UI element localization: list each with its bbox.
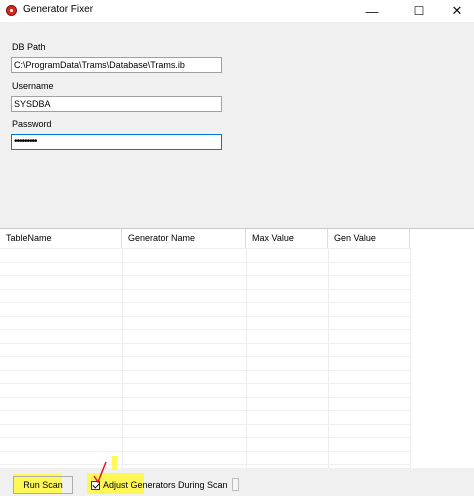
username-label: Username [12, 81, 54, 91]
app-icon [6, 5, 17, 16]
grid-divider [410, 248, 411, 469]
db-path-field[interactable]: C:\ProgramData\Trams\Database\Trams.ib [11, 57, 222, 73]
adjust-generators-label[interactable]: Adjust Generators During Scan [103, 480, 228, 490]
bottom-bar: Run Scan Adjust Generators During Scan [0, 456, 474, 496]
results-grid[interactable]: TableName Generator Name Max Value Gen V… [0, 228, 474, 469]
password-label: Password [12, 119, 52, 129]
grid-row-line [0, 289, 410, 290]
grid-row-line [0, 464, 410, 465]
yellow-highlight [112, 456, 117, 470]
grid-row-line [0, 302, 410, 303]
minimize-button[interactable]: — [355, 0, 389, 22]
grid-row-line [0, 316, 410, 317]
grid-row-line [0, 262, 410, 263]
title-bar: Generator Fixer — ☐ ✕ [0, 0, 474, 22]
window-title: Generator Fixer [23, 4, 94, 15]
grid-row-line [0, 370, 410, 371]
connection-form: DB Path C:\ProgramData\Trams\Database\Tr… [0, 22, 474, 228]
grid-row-line [0, 437, 410, 438]
column-header-gen-value[interactable]: Gen Value [328, 229, 410, 248]
password-field[interactable]: ••••••••• [11, 134, 222, 150]
run-scan-button[interactable]: Run Scan [13, 476, 73, 494]
column-header-max-value[interactable]: Max Value [246, 229, 328, 248]
grid-row-line [0, 397, 410, 398]
grid-row-line [0, 383, 410, 384]
grid-row-line [0, 343, 410, 344]
grid-divider [328, 248, 329, 469]
grid-row-line [0, 410, 410, 411]
db-path-label: DB Path [12, 42, 46, 52]
red-checkmark-annotation-icon [93, 461, 107, 484]
column-header-generator-name[interactable]: Generator Name [122, 229, 246, 248]
grid-row-line [0, 451, 410, 452]
scroll-handle[interactable] [232, 478, 239, 491]
username-field[interactable]: SYSDBA [11, 96, 222, 112]
grid-header: TableName Generator Name Max Value Gen V… [0, 229, 474, 248]
close-button[interactable]: ✕ [440, 0, 474, 22]
grid-divider [122, 248, 123, 469]
column-header-tablename[interactable]: TableName [0, 229, 122, 248]
grid-row-line [0, 275, 410, 276]
grid-row-line [0, 329, 410, 330]
grid-row-line [0, 356, 410, 357]
grid-row-line [0, 424, 410, 425]
adjust-generators-option[interactable]: Adjust Generators During Scan [91, 476, 228, 494]
grid-divider [246, 248, 247, 469]
maximize-button[interactable]: ☐ [402, 0, 436, 22]
grid-row-line [0, 248, 410, 249]
